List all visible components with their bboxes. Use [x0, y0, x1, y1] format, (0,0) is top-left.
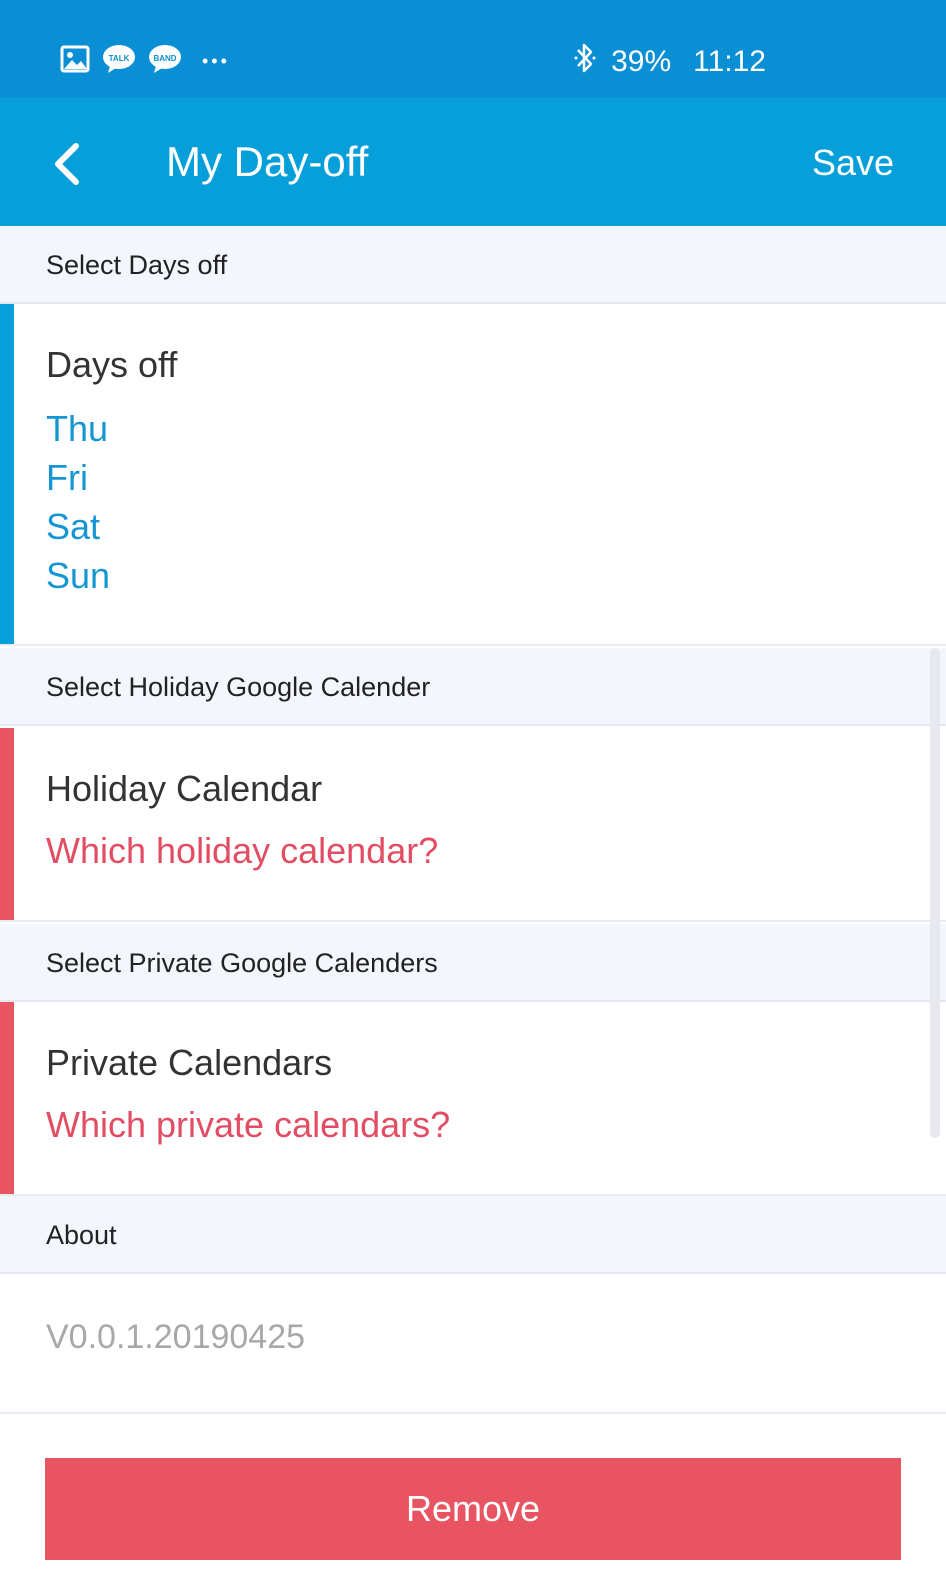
back-arrow-icon: [55, 143, 79, 185]
section-header-private-calendars: Select Private Google Calenders: [0, 924, 946, 1002]
talk-icon: TALK: [102, 44, 136, 79]
save-button[interactable]: Save: [812, 142, 894, 184]
day-item: Sun: [46, 555, 111, 596]
about-item: V0.0.1.20190425: [0, 1274, 946, 1414]
holiday-accent-bar: [0, 728, 14, 920]
private-calendars-item[interactable]: Private Calendars Which private calendar…: [0, 1002, 946, 1196]
notification-icons: TALK BAND •••: [60, 44, 230, 79]
status-right: 39% 11:12: [573, 42, 766, 82]
more-notifications-icon: •••: [202, 51, 230, 71]
days-off-accent-bar: [0, 304, 14, 644]
bluetooth-icon: [573, 42, 597, 82]
section-header-holiday-calendar: Select Holiday Google Calender: [0, 648, 946, 726]
app-bar: My Day-off Save: [0, 98, 946, 226]
days-off-list: Thu Fri Sat Sun: [46, 404, 110, 600]
private-calendars-value: Which private calendars?: [46, 1104, 451, 1145]
holiday-calendar-title: Holiday Calendar: [46, 768, 323, 809]
version-text: V0.0.1.20190425: [46, 1318, 306, 1356]
days-off-title: Days off: [46, 344, 178, 385]
day-item: Sat: [46, 506, 101, 547]
page-title: My Day-off: [166, 138, 369, 185]
section-header-about: About: [0, 1196, 946, 1274]
band-icon: BAND: [148, 44, 182, 79]
scrollbar[interactable]: [930, 648, 940, 1138]
battery-percent: 39%: [611, 45, 672, 78]
day-item: Fri: [46, 457, 88, 498]
band-label: BAND: [153, 54, 176, 63]
days-off-item[interactable]: Days off Thu Fri Sat Sun: [0, 304, 946, 646]
holiday-calendar-value: Which holiday calendar?: [46, 830, 439, 871]
section-header-days-off: Select Days off: [0, 226, 946, 304]
private-accent-bar: [0, 1002, 14, 1194]
private-calendars-title: Private Calendars: [46, 1042, 333, 1083]
gallery-icon: [60, 45, 90, 78]
holiday-calendar-item[interactable]: Holiday Calendar Which holiday calendar?: [0, 728, 946, 922]
back-button[interactable]: [40, 134, 100, 194]
talk-label: TALK: [109, 54, 130, 63]
status-bar: TALK BAND ••• 39% 11:12: [0, 0, 946, 98]
remove-button[interactable]: Remove: [45, 1458, 901, 1560]
day-item: Thu: [46, 408, 109, 449]
clock: 11:12: [693, 45, 766, 78]
